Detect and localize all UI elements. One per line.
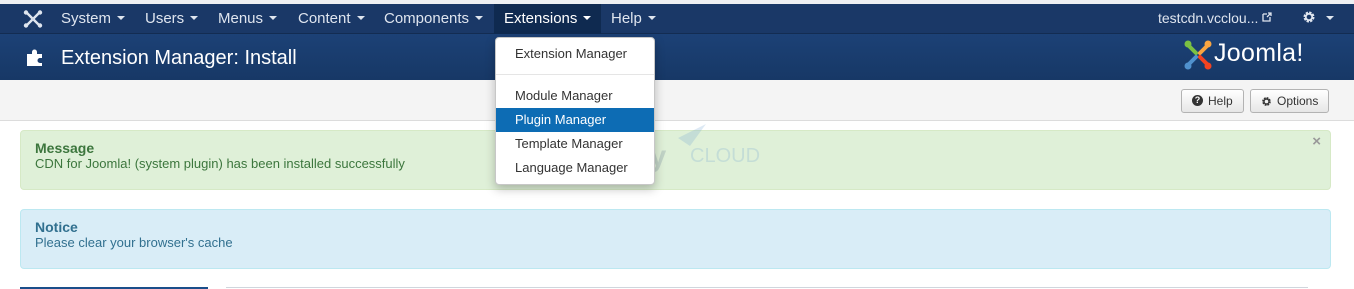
- message-text: CDN for Joomla! (system plugin) has been…: [35, 156, 405, 171]
- menu-help[interactable]: Help: [611, 4, 656, 34]
- menu-components[interactable]: Components: [384, 4, 484, 34]
- site-link[interactable]: testcdn.vcclou...: [1158, 4, 1273, 34]
- dropdown-item-plugin-manager[interactable]: Plugin Manager: [496, 108, 654, 132]
- close-icon[interactable]: ×: [1312, 133, 1321, 150]
- toolbar: [0, 80, 1354, 121]
- options-button[interactable]: Options: [1250, 89, 1330, 113]
- caret-down-icon: [475, 16, 484, 21]
- menu-users[interactable]: Users: [145, 4, 199, 34]
- dropdown-divider: [496, 74, 654, 75]
- joomla-brand-text: Joomla!: [1214, 39, 1304, 67]
- page-title: Extension Manager: Install: [61, 47, 297, 69]
- caret-down-icon: [356, 16, 365, 21]
- dropdown-item-label: Language Manager: [515, 160, 628, 175]
- question-circle-icon: ?: [1192, 95, 1203, 107]
- dropdown-item-label: Extension Manager: [515, 46, 628, 61]
- caret-down-icon: [583, 16, 592, 21]
- menu-content[interactable]: Content: [298, 4, 365, 34]
- external-link-icon: [1262, 5, 1273, 34]
- gear-icon: [1261, 91, 1272, 113]
- menu-menus[interactable]: Menus: [218, 4, 278, 34]
- menu-label: Components: [384, 10, 470, 27]
- options-button-label: Options: [1277, 94, 1319, 108]
- caret-down-icon: [117, 16, 126, 21]
- menu-system[interactable]: System: [61, 4, 126, 34]
- dropdown-item-label: Module Manager: [515, 88, 613, 103]
- notice-heading: Notice: [35, 219, 78, 235]
- gear-icon: [1302, 10, 1320, 27]
- dropdown-item-extension-manager[interactable]: Extension Manager: [496, 42, 654, 66]
- joomla-logo-icon[interactable]: [23, 10, 43, 28]
- dropdown-item-label: Template Manager: [515, 136, 623, 151]
- help-button[interactable]: ? Help: [1181, 89, 1244, 113]
- menu-label: Content: [298, 10, 351, 27]
- dropdown-item-label: Plugin Manager: [515, 112, 607, 127]
- caret-down-icon: [190, 16, 199, 21]
- dropdown-item-language-manager[interactable]: Language Manager: [496, 156, 654, 180]
- menu-label: Users: [145, 10, 185, 27]
- divider: [226, 287, 1308, 288]
- top-navbar: System Users Menus Content Components Ex…: [0, 4, 1354, 34]
- caret-down-icon: [647, 16, 656, 21]
- joomla-logo-icon: [1184, 40, 1212, 70]
- puzzle-piece-icon: [27, 49, 42, 66]
- extensions-dropdown: Extension Manager Module Manager Plugin …: [495, 37, 655, 185]
- settings-menu[interactable]: [1302, 4, 1335, 34]
- menu-label: Menus: [218, 10, 264, 27]
- notice-message: Notice Please clear your browser's cache: [20, 209, 1331, 269]
- dropdown-item-module-manager[interactable]: Module Manager: [496, 84, 654, 108]
- caret-down-icon: [1326, 15, 1335, 20]
- menu-label: Help: [611, 10, 642, 27]
- menu-extensions[interactable]: Extensions: [494, 4, 602, 34]
- menu-label: System: [61, 10, 112, 27]
- dropdown-item-template-manager[interactable]: Template Manager: [496, 132, 654, 156]
- help-button-label: Help: [1208, 94, 1233, 108]
- notice-text: Please clear your browser's cache: [35, 235, 233, 250]
- caret-down-icon: [269, 16, 278, 21]
- message-heading: Message: [35, 140, 95, 156]
- site-link-label: testcdn.vcclou...: [1158, 10, 1259, 26]
- success-message: Message CDN for Joomla! (system plugin) …: [20, 130, 1331, 190]
- menu-label: Extensions: [504, 10, 578, 27]
